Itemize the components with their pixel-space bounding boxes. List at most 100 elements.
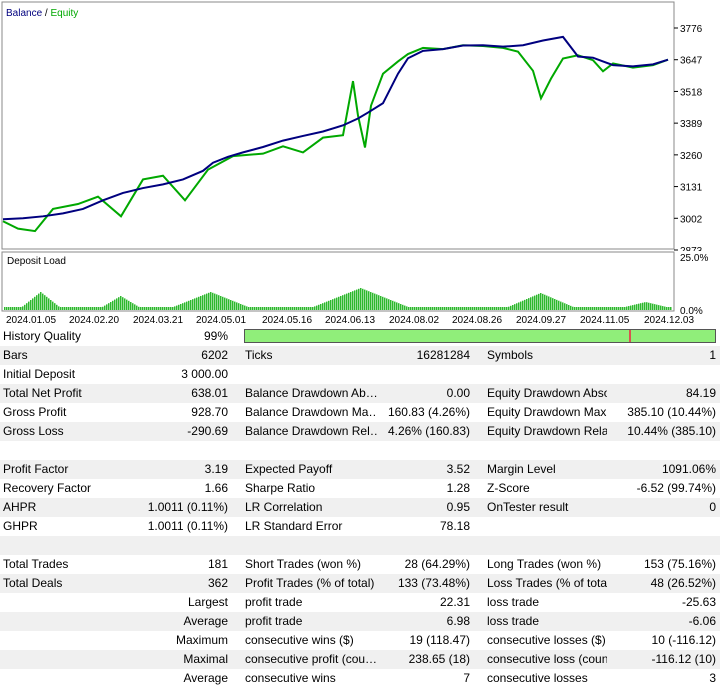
load-bar [196,297,198,310]
load-bar [380,296,382,310]
load-bar [410,307,412,310]
history-quality-bar [244,329,716,343]
load-bar [190,300,192,310]
load-bar [324,302,326,310]
load-bar [624,307,626,310]
report-row: Total Deals 362 Profit Trades (% of total)… [0,574,720,593]
load-bar [542,293,544,310]
report-row: Maximal consecutive profit (cou… 238.65 (1… [0,650,720,669]
load-bar [486,307,488,310]
load-bar [630,305,632,310]
report-row: AHPR 1.0011 (0.11%) LR Correlation 0.95 OnTe… [0,498,720,517]
report-value-2: 19 (118.47) [409,633,471,647]
load-bar [268,307,270,310]
load-bar [240,304,242,310]
x-tick-label: 2024.11.05 [580,315,630,326]
load-bar [570,305,572,310]
load-bar [234,301,236,310]
load-bar [530,297,532,310]
load-bar [266,307,268,310]
load-bar [134,304,136,310]
y-tick-label: 3389 [680,119,703,130]
load-bar [610,307,612,310]
load-bar [118,297,120,310]
report-label-2: LR Correlation [245,500,323,514]
load-bar [242,304,244,310]
load-bar [366,290,368,310]
load-bar [354,290,356,310]
load-bar [122,297,124,310]
load-bar [126,299,128,310]
load-bar [18,307,20,310]
load-bar [582,307,584,310]
report-value-2: 78.18 [439,519,470,533]
load-bar [120,296,122,310]
report-value-3: -6.06 [688,614,716,628]
load-bar [174,306,176,310]
load-bar [402,304,404,310]
load-bar [658,305,660,310]
load-bar [138,306,140,310]
load-bar [646,302,648,310]
report-row: GHPR 1.0011 (0.11%) LR Standard Error 78.18 [0,517,720,536]
load-bar [524,299,526,310]
load-bar [516,303,518,310]
load-bar [556,299,558,310]
load-bar [480,307,482,310]
load-bar [554,299,556,310]
load-bar [82,307,84,310]
load-bar [636,304,638,310]
load-bar [116,298,118,310]
load-bar [394,301,396,310]
load-bar [20,307,22,310]
report-value-2: 238.65 (18) [408,652,470,666]
load-bar [66,307,68,310]
load-bar [128,300,130,310]
load-bar [488,307,490,310]
report-value-1: 1.0011 (0.11%) [147,500,228,514]
load-bar [112,300,114,310]
load-bar [286,307,288,310]
report-row: Largest profit trade 22.31 loss trade -25.63 [0,593,720,612]
load-bar [520,301,522,310]
load-bar [84,307,86,310]
load-bar [180,304,182,310]
load-bar [294,307,296,310]
x-tick-label: 2024.12.03 [644,315,694,326]
x-tick-label: 2024.08.26 [452,315,502,326]
load-bar [496,307,498,310]
report-label-2: Short Trades (won %) [245,557,362,571]
load-bar [598,307,600,310]
x-tick-label: 2024.05.01 [196,315,246,326]
report-value-2: 133 (73.48%) [397,576,470,590]
load-bar [340,296,342,310]
load-bar [36,295,38,310]
load-bar [482,307,484,310]
load-bar [466,307,468,310]
report-value-3: 10.44% (385.10) [627,424,716,438]
report-value-2: 7 [463,671,470,685]
report-table: History Quality 99% Bars 6202 Ticks 16281284 S… [0,327,720,688]
load-bar [654,304,656,310]
report-value-2: 4.26% (160.83) [387,424,470,438]
load-bar [304,307,306,310]
load-bar [124,298,126,310]
load-bar [218,295,220,310]
report-value-1: 928.70 [191,405,228,419]
load-bar [200,296,202,310]
load-bar [348,292,350,310]
load-bar [146,307,148,310]
report-value-3: 153 (75.16%) [643,557,716,571]
load-bar [236,302,238,310]
load-bar [528,298,530,310]
load-bar [450,307,452,310]
load-bar [172,307,174,310]
load-bar [648,302,650,310]
load-bar [94,307,96,310]
load-bar [560,301,562,310]
load-bar [152,307,154,310]
report-row: History Quality 99% [0,327,720,346]
load-bar [632,305,634,310]
load-bar [244,305,246,310]
load-bar [474,307,476,310]
